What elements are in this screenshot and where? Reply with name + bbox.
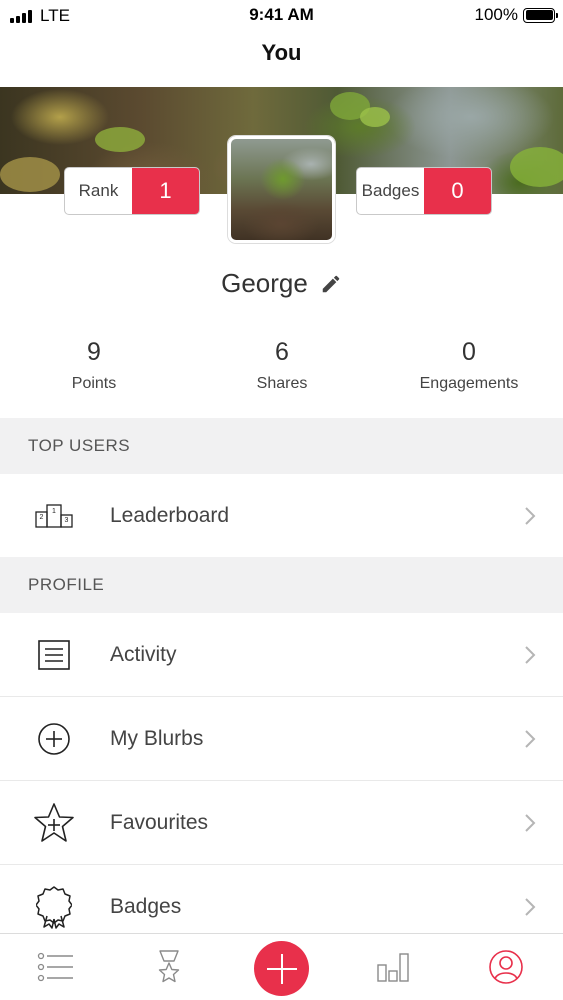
profile-icon[interactable] — [481, 944, 531, 990]
section-header-top-users: TOP USERS — [0, 418, 563, 474]
stat-engagements: 0 Engagements — [379, 338, 559, 393]
row-label: Leaderboard — [110, 504, 230, 527]
section-header-profile: PROFILE — [0, 557, 563, 613]
stat-label: Shares — [256, 375, 308, 392]
chevron-right-icon — [525, 646, 536, 664]
row-label: My Blurbs — [110, 727, 204, 750]
award-star-icon[interactable] — [144, 944, 194, 990]
add-button[interactable] — [254, 941, 309, 996]
stat-value: 0 — [462, 338, 476, 366]
podium-icon: 1 2 3 — [32, 494, 76, 538]
badges-value: 0 — [424, 168, 491, 214]
rank-pill[interactable]: Rank 1 — [64, 167, 200, 215]
status-right: 100% — [474, 5, 558, 25]
my-blurbs-row[interactable]: My Blurbs — [0, 697, 563, 781]
badges-label: Badges — [361, 181, 420, 200]
ribbon-badge-icon — [32, 885, 76, 929]
stat-shares: 6 Shares — [192, 338, 372, 393]
feed-list-icon[interactable] — [31, 944, 81, 990]
list-box-icon — [32, 633, 76, 677]
star-plus-icon — [32, 801, 76, 845]
chevron-right-icon — [525, 898, 536, 916]
battery-percent: 100% — [474, 5, 518, 24]
badges-pill[interactable]: Badges 0 — [356, 167, 492, 215]
svg-text:2: 2 — [40, 514, 44, 521]
stat-value: 9 — [87, 338, 101, 366]
plus-circle-icon — [32, 717, 76, 761]
rank-label: Rank — [78, 181, 119, 200]
chevron-right-icon — [525, 507, 536, 525]
name-row: George — [0, 268, 563, 299]
chevron-right-icon — [525, 814, 536, 832]
activity-row[interactable]: Activity — [0, 613, 563, 697]
page-title: You — [261, 40, 302, 65]
rank-value: 1 — [132, 168, 199, 214]
stat-points: 9 Points — [4, 338, 184, 393]
stats-row: 9 Points 6 Shares 0 Engagements — [0, 338, 563, 408]
chevron-right-icon — [525, 730, 536, 748]
avatar[interactable] — [228, 136, 335, 243]
add-icon — [266, 953, 297, 984]
status-bar: LTE 9:41 AM 100% — [0, 0, 563, 30]
stat-label: Engagements — [419, 375, 519, 392]
battery-icon — [523, 7, 558, 23]
tab-bar — [0, 933, 563, 1000]
svg-text:3: 3 — [65, 517, 69, 524]
leaderboard-row[interactable]: 1 2 3 Leaderboard — [0, 474, 563, 558]
row-label: Badges — [110, 895, 182, 918]
row-label: Favourites — [110, 811, 209, 834]
row-label: Activity — [110, 643, 177, 666]
svg-text:1: 1 — [52, 508, 56, 515]
user-name: George — [221, 268, 308, 298]
edit-pencil-icon[interactable] — [320, 273, 342, 295]
stat-value: 6 — [275, 338, 289, 366]
favourites-row[interactable]: Favourites — [0, 781, 563, 865]
bar-chart-icon[interactable] — [368, 944, 418, 990]
stat-label: Points — [71, 375, 117, 392]
